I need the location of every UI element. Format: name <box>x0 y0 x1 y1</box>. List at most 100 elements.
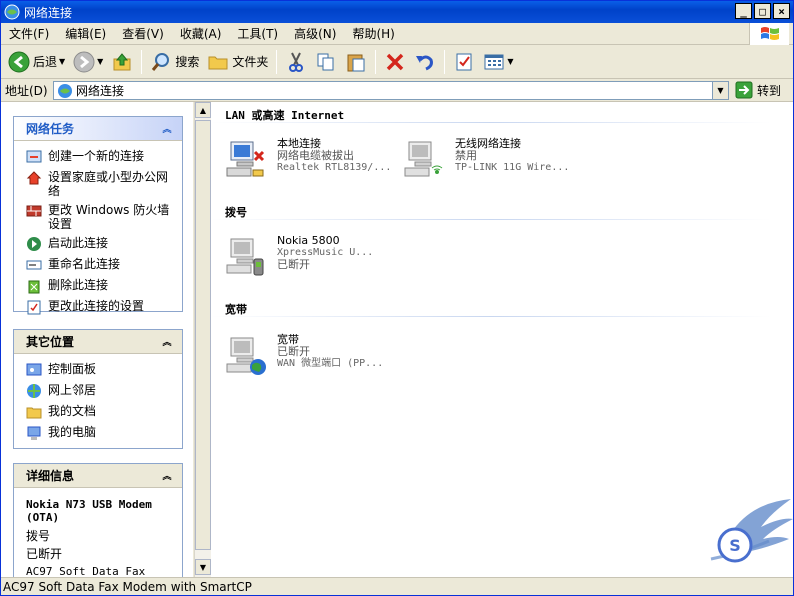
connection-device: WAN 微型端口 (PP... <box>277 358 384 369</box>
settings-icon <box>27 300 41 315</box>
forward-arrow-icon <box>73 51 95 72</box>
toolbar-separator <box>444 49 446 74</box>
wireless-computer-icon <box>404 141 443 177</box>
connection-nokia[interactable]: Nokia 5800 XpressMusic U... 已断开 <box>225 235 373 277</box>
collapse-chevron-icon[interactable]: ︽ <box>160 122 174 136</box>
toolbar-separator <box>141 49 143 74</box>
toolbar-separator <box>375 49 377 74</box>
task-change-settings[interactable]: 更改此连接的设置 <box>26 299 178 315</box>
place-my-documents[interactable]: 我的文档 <box>26 404 178 420</box>
scrollbar-thumb[interactable] <box>195 120 211 550</box>
properties-button[interactable] <box>449 48 479 76</box>
connection-wireless[interactable]: 无线网络连接 禁用 TP-LINK 11G Wire... <box>403 138 569 180</box>
connection-local[interactable]: 本地连接 网络电缆被拔出 Realtek RTL8139/... <box>225 138 391 180</box>
details-extra: AC97 Soft Data Fax <box>26 565 146 578</box>
task-home-network[interactable]: 设置家庭或小型办公网络 <box>26 170 178 198</box>
task-delete-connection[interactable]: 删除此连接 <box>26 278 178 294</box>
views-button[interactable]: ▼ <box>479 48 517 76</box>
menu-advanced[interactable]: 高级(N) <box>286 24 344 44</box>
toolbar: 后退 ▼ ▼ 搜索 文件夹 ▼ <box>1 45 793 79</box>
control-panel-icon <box>26 363 42 376</box>
new-connection-icon <box>26 150 42 163</box>
views-dropdown-icon[interactable]: ▼ <box>507 57 513 66</box>
menu-edit[interactable]: 编辑(E) <box>57 24 114 44</box>
address-dropdown-icon[interactable]: ▼ <box>712 81 728 99</box>
back-button[interactable]: 后退 ▼ <box>4 48 69 76</box>
lan-computer-icon <box>226 141 265 177</box>
properties-icon <box>456 53 472 70</box>
place-my-computer[interactable]: 我的电脑 <box>26 425 178 441</box>
folders-icon <box>208 56 228 69</box>
close-button[interactable]: × <box>773 3 790 19</box>
undo-button[interactable] <box>410 48 440 76</box>
scissors-icon <box>289 52 304 72</box>
network-neighborhood-icon <box>27 384 41 398</box>
other-places-panel: 其它位置 ︽ 控制面板 网上邻居 我的文档 我的电脑 <box>13 329 183 449</box>
up-folder-icon <box>113 52 131 70</box>
place-control-panel[interactable]: 控制面板 <box>26 362 178 378</box>
cut-button[interactable] <box>281 48 311 76</box>
connection-status: 禁用 <box>455 149 477 162</box>
connection-status: 已断开 <box>277 345 310 358</box>
collapse-chevron-icon[interactable]: ︽ <box>160 335 174 349</box>
toolbar-separator <box>276 49 278 74</box>
copy-button[interactable] <box>311 48 341 76</box>
menu-tools[interactable]: 工具(T) <box>229 24 286 44</box>
rename-icon <box>26 260 42 270</box>
network-tasks-panel: 网络任务 ︽ 创建一个新的连接 设置家庭或小型办公网络 更改 Windows 防… <box>13 116 183 315</box>
status-text: AC97 Soft Data Fax Modem with SmartCP <box>3 579 252 594</box>
maximize-button[interactable]: □ <box>754 3 771 19</box>
up-folder-button[interactable] <box>107 48 137 76</box>
address-input[interactable]: 网络连接 ▼ <box>53 80 729 100</box>
task-start-connection[interactable]: 启动此连接 <box>26 236 178 252</box>
svg-text:S: S <box>729 536 741 555</box>
place-network-neighborhood[interactable]: 网上邻居 <box>26 383 178 399</box>
back-label: 后退 <box>33 55 58 69</box>
task-firewall-settings[interactable]: 更改 Windows 防火墙设置 <box>26 203 178 231</box>
details-type: 拨号 <box>26 529 51 543</box>
menu-view[interactable]: 查看(V) <box>114 24 172 44</box>
forward-dropdown-icon[interactable]: ▼ <box>97 57 103 66</box>
task-rename-connection[interactable]: 重命名此连接 <box>26 257 178 273</box>
folders-button[interactable]: 文件夹 <box>203 48 272 76</box>
title-bar[interactable]: 网络连接 _ □ × <box>1 1 793 23</box>
documents-folder-icon <box>26 407 42 419</box>
search-button[interactable]: 搜索 <box>146 48 203 76</box>
forward-button[interactable]: ▼ <box>69 48 107 76</box>
details-header[interactable]: 详细信息 ︽ <box>14 464 182 488</box>
menu-favorites[interactable]: 收藏(A) <box>172 24 230 44</box>
search-icon <box>152 52 170 71</box>
address-label: 地址(D) <box>5 83 48 98</box>
connection-broadband[interactable]: 宽带 已断开 WAN 微型端口 (PP... <box>225 334 383 376</box>
paste-button[interactable] <box>341 48 371 76</box>
windows-logo-icon <box>749 23 789 45</box>
start-connection-icon <box>27 237 41 251</box>
address-bar: 地址(D) 网络连接 ▼ 转到 <box>1 79 793 102</box>
menu-help[interactable]: 帮助(H) <box>344 24 402 44</box>
scroll-up-icon[interactable]: ▲ <box>195 102 211 118</box>
scroll-down-icon[interactable]: ▼ <box>195 559 211 575</box>
home-network-icon <box>26 171 42 185</box>
delete-button[interactable] <box>380 48 410 76</box>
details-device-title: Nokia N73 USB Modem (OTA) <box>26 498 152 524</box>
group-divider <box>211 219 771 220</box>
task-pane: 网络任务 ︽ 创建一个新的连接 设置家庭或小型办公网络 更改 Windows 防… <box>1 102 193 577</box>
paste-icon <box>347 54 365 71</box>
minimize-button[interactable]: _ <box>735 3 752 19</box>
go-arrow-icon <box>735 81 753 99</box>
collapse-chevron-icon[interactable]: ︽ <box>160 469 174 483</box>
details-status: 已断开 <box>26 547 63 561</box>
other-places-header[interactable]: 其它位置 ︽ <box>14 330 182 354</box>
task-pane-scrollbar[interactable]: ▲ ▼ <box>194 102 211 577</box>
network-tasks-header[interactable]: 网络任务 ︽ <box>14 117 182 141</box>
delete-icon <box>28 280 40 294</box>
connection-device: 已断开 <box>277 258 310 271</box>
task-create-connection[interactable]: 创建一个新的连接 <box>26 149 178 165</box>
network-connections-icon <box>58 83 72 98</box>
back-dropdown-icon[interactable]: ▼ <box>59 57 65 66</box>
go-button[interactable]: 转到 <box>735 81 781 99</box>
watermark-logo-icon: S <box>710 499 793 563</box>
connection-device: Realtek RTL8139/... <box>277 162 392 173</box>
menu-file[interactable]: 文件(F) <box>1 24 57 44</box>
menu-bar: 文件(F) 编辑(E) 查看(V) 收藏(A) 工具(T) 高级(N) 帮助(H… <box>1 23 793 45</box>
